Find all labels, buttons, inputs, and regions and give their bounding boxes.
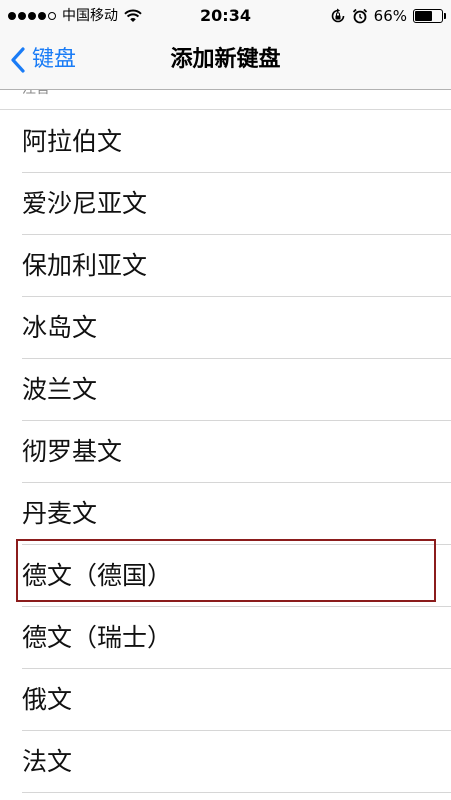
list-item-label: 丹麦文 bbox=[22, 499, 98, 528]
list-item[interactable]: 阿拉伯文 bbox=[0, 111, 451, 173]
list-item-label: 德文（德国） bbox=[22, 561, 173, 590]
row-divider bbox=[22, 792, 451, 793]
list-item-label: 保加利亚文 bbox=[22, 251, 148, 280]
list-item-label: 德文（瑞士） bbox=[22, 623, 173, 652]
partial-list-item[interactable]: 注音 bbox=[0, 90, 451, 110]
battery-icon bbox=[413, 9, 446, 23]
partial-item-label: 注音 bbox=[22, 90, 50, 98]
list-item-label: 法文 bbox=[22, 747, 73, 776]
status-right: 66% bbox=[330, 6, 446, 26]
list-item[interactable]: 保加利亚文 bbox=[0, 235, 451, 297]
list-item[interactable]: 丹麦文 bbox=[0, 483, 451, 545]
navigation-bar: 键盘 添加新键盘 bbox=[0, 30, 451, 90]
list-item-label: 阿拉伯文 bbox=[22, 127, 123, 156]
list-item[interactable]: 波兰文 bbox=[0, 359, 451, 421]
list-item[interactable]: 冰岛文 bbox=[0, 297, 451, 359]
page-title: 添加新键盘 bbox=[170, 47, 281, 72]
rotation-lock-icon bbox=[331, 8, 344, 23]
list-item-highlighted[interactable]: 德文（德国） bbox=[0, 545, 451, 607]
list-item[interactable]: 法文 bbox=[0, 731, 451, 793]
list-item[interactable]: 爱沙尼亚文 bbox=[0, 173, 451, 235]
list-item[interactable]: 俄文 bbox=[0, 669, 451, 731]
battery-fill bbox=[415, 11, 432, 21]
battery-percent: 66% bbox=[373, 7, 407, 25]
alarm-icon bbox=[352, 8, 367, 24]
list-item-label: 爱沙尼亚文 bbox=[22, 189, 148, 218]
list-item-label: 波兰文 bbox=[22, 375, 98, 404]
screen: 中国移动 20:34 66% 键盘 添加新键盘 阿拉伯文 爱沙尼亚文 保加利亚文… bbox=[0, 0, 451, 800]
list-item-label: 冰岛文 bbox=[22, 313, 98, 342]
status-bar: 中国移动 20:34 66% bbox=[0, 0, 451, 30]
list-item-label: 彻罗基文 bbox=[22, 437, 123, 466]
list-item[interactable]: 彻罗基文 bbox=[0, 421, 451, 483]
list-item[interactable]: 德文（瑞士） bbox=[0, 607, 451, 669]
list-item-label: 俄文 bbox=[22, 685, 73, 714]
keyboard-list: 注音 阿拉伯文 爱沙尼亚文 保加利亚文 冰岛文 波兰文 彻罗基文 丹麦文 bbox=[0, 90, 451, 800]
